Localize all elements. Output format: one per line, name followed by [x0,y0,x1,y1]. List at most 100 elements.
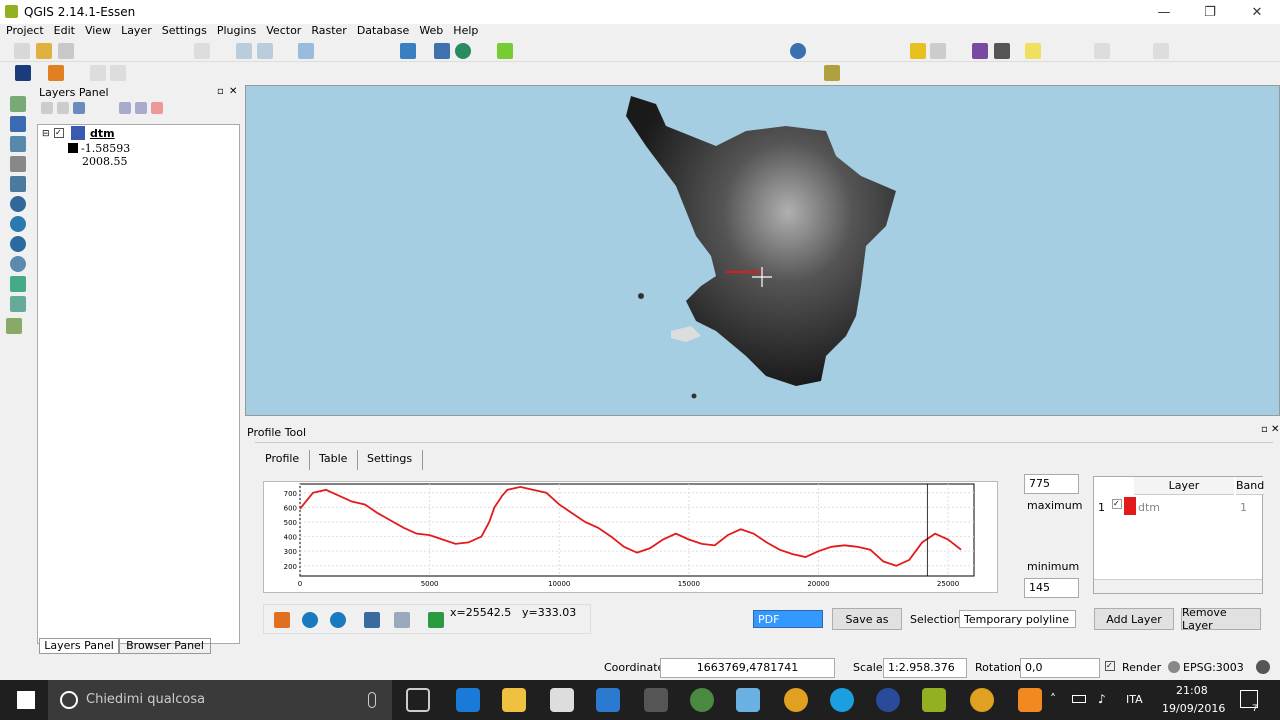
menu-project[interactable]: Project [0,24,48,39]
home-icon[interactable] [274,612,290,628]
col-header-layer[interactable]: Layer [1134,477,1234,495]
menu-raster[interactable]: Raster [305,24,350,39]
menu-vector[interactable]: Vector [260,24,305,39]
new-layer-icon[interactable] [6,318,22,334]
layer-name[interactable]: dtm [90,127,115,140]
language-indicator[interactable]: ITA [1126,693,1143,706]
save-project-icon[interactable] [58,43,74,59]
tripadvisor-icon[interactable] [690,688,714,712]
tab-profile[interactable]: Profile [255,450,311,470]
close-panel-icon[interactable]: ✕ [1271,424,1279,435]
zoom-full-icon[interactable] [298,43,314,59]
file-explorer-icon[interactable] [502,688,526,712]
max-spinbox[interactable]: 775 [1024,474,1079,494]
zoom-icon[interactable] [394,612,410,628]
restore-button[interactable]: ❐ [1187,0,1233,24]
measure-icon[interactable] [994,43,1010,59]
python-icon[interactable] [434,43,450,59]
add-vector-icon[interactable] [10,96,26,112]
add-oracle-icon[interactable] [10,196,26,212]
add-delimited-icon[interactable] [10,276,26,292]
google-earth-icon[interactable] [876,688,900,712]
float-icon[interactable]: ▫ [1261,424,1268,435]
add-wcs-icon[interactable] [10,236,26,252]
add-wfs-icon[interactable] [10,256,26,272]
zoom-in-icon[interactable] [236,43,252,59]
attribute-table-icon[interactable] [930,43,946,59]
chrome-2-icon[interactable] [970,688,994,712]
coordinate-field[interactable]: 1663769,4781741 [660,658,835,678]
collapse-icon[interactable] [135,102,147,114]
menu-settings[interactable]: Settings [156,24,211,39]
select-icon[interactable] [910,43,926,59]
map-canvas[interactable] [245,85,1280,416]
check-icon[interactable] [428,612,444,628]
edit-pencil-icon[interactable] [1153,43,1169,59]
min-spinbox[interactable]: 145 [1024,578,1079,598]
grass-icon[interactable] [15,65,31,81]
render-checkbox[interactable]: ✓ [1105,661,1115,671]
volume-icon[interactable]: ♪ [1098,692,1106,706]
notification-app-icon[interactable] [1018,688,1042,712]
clock-date[interactable]: 19/09/2016 [1162,702,1225,715]
mail-icon[interactable] [736,688,760,712]
collapse-toggle-icon[interactable]: ⊟ [42,129,50,139]
selection-select[interactable]: Temporary polyline [959,610,1076,628]
zoom-out-icon[interactable] [257,43,273,59]
menu-plugins[interactable]: Plugins [211,24,260,39]
refresh-icon[interactable] [400,43,416,59]
tab-table[interactable]: Table [309,450,359,470]
clock-time[interactable]: 21:08 [1176,684,1208,697]
tab-browser-panel[interactable]: Browser Panel [119,638,211,654]
crs-icon[interactable] [1168,661,1180,673]
back-icon[interactable] [302,612,318,628]
save-as-button[interactable]: Save as [832,608,902,630]
col-header-band[interactable]: Band [1236,477,1264,495]
undo-icon[interactable] [90,65,106,81]
identify-icon[interactable] [790,43,806,59]
add-wms-icon[interactable] [10,216,26,232]
label-icon[interactable] [1094,43,1110,59]
messages-icon[interactable] [1256,660,1270,674]
menu-view[interactable]: View [79,24,115,39]
menu-web[interactable]: Web [413,24,447,39]
forward-icon[interactable] [330,612,346,628]
row-color-swatch[interactable] [1124,497,1136,515]
amazon-icon[interactable] [644,688,668,712]
float-icon[interactable]: ▫ [217,86,224,97]
annotation-icon[interactable] [1025,43,1041,59]
edge-icon[interactable] [456,688,480,712]
redo-icon[interactable] [110,65,126,81]
remove-layer-button[interactable]: Remove Layer [1181,606,1261,632]
skype-icon[interactable] [830,688,854,712]
tray-chevron-icon[interactable]: ˄ [1050,692,1056,706]
microphone-icon[interactable] [368,692,376,708]
globe-icon[interactable] [455,43,471,59]
add-layer-button[interactable]: Add Layer [1094,608,1174,630]
add-postgis-icon[interactable] [10,136,26,152]
add-spatialite-icon[interactable] [10,156,26,172]
windows-start-icon[interactable] [17,691,35,709]
crs-label[interactable]: EPSG:3003 [1183,661,1244,674]
style-icon[interactable] [41,102,53,114]
menu-edit[interactable]: Edit [48,24,79,39]
sum-icon[interactable] [972,43,988,59]
chrome-icon[interactable] [784,688,808,712]
scale-field[interactable]: 1:2.958.376 [883,658,967,678]
search-box[interactable]: Chiedimi qualcosa [48,680,392,720]
add-mssql-icon[interactable] [10,176,26,192]
menu-database[interactable]: Database [351,24,414,39]
format-select[interactable]: PDF [753,610,823,628]
pan-icon[interactable] [364,612,380,628]
minimize-button[interactable]: — [1141,0,1187,24]
add-group-icon[interactable] [57,102,69,114]
store-icon[interactable] [550,688,574,712]
new-project-icon[interactable] [14,43,30,59]
profile-tool-icon[interactable] [497,43,513,59]
layer-visibility-checkbox[interactable]: ✓ [54,128,64,138]
close-button[interactable]: ✕ [1234,0,1280,24]
rotation-field[interactable]: 0,0 [1020,658,1100,678]
add-virtual-icon[interactable] [10,296,26,312]
row-checkbox[interactable]: ✓ [1112,499,1122,509]
row-layer-name[interactable]: dtm [1138,501,1160,514]
